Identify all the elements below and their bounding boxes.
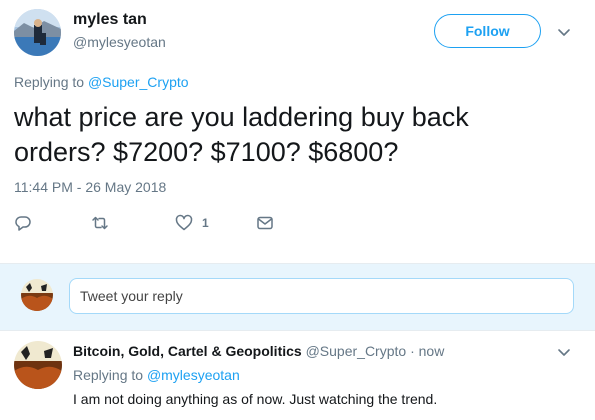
- author-name[interactable]: myles tan: [73, 11, 147, 29]
- current-user-avatar: [21, 279, 53, 311]
- main-tweet: myles tan @mylesyeotan Follow Replying t…: [0, 0, 595, 264]
- tweet-timestamp[interactable]: 11:44 PM - 26 May 2018: [14, 179, 166, 195]
- retweet-icon: [92, 216, 108, 230]
- reply-author-handle[interactable]: @Super_Crypto: [306, 343, 407, 359]
- separator: ·: [406, 343, 419, 359]
- reply-icon: [15, 216, 31, 231]
- like-count: 1: [202, 216, 209, 230]
- follow-button[interactable]: Follow: [434, 14, 541, 48]
- reply-author-avatar[interactable]: [14, 341, 62, 389]
- tweet-text-line: what price are you laddering buy back: [14, 102, 469, 132]
- heart-icon: [175, 214, 193, 231]
- replying-prefix: Replying to: [14, 74, 88, 90]
- direct-message-icon: [257, 216, 273, 230]
- tweet-text: what price are you laddering buy back or…: [14, 100, 574, 170]
- chevron-down-icon[interactable]: [556, 24, 572, 40]
- direct-message-button[interactable]: [256, 213, 274, 233]
- reply-input[interactable]: [69, 278, 574, 314]
- replying-to: Replying to @Super_Crypto: [14, 74, 189, 90]
- reply-button[interactable]: [14, 213, 32, 233]
- reply-tweet: Bitcoin, Gold, Cartel & Geopolitics @Sup…: [0, 331, 595, 420]
- reply-time[interactable]: now: [419, 343, 445, 359]
- author-handle[interactable]: @mylesyeotan: [73, 34, 166, 50]
- replying-handle-link[interactable]: @Super_Crypto: [88, 74, 189, 90]
- author-avatar[interactable]: [14, 9, 61, 56]
- reply-text: I am not doing anything as of now. Just …: [73, 391, 438, 407]
- reply-author-name[interactable]: Bitcoin, Gold, Cartel & Geopolitics: [73, 343, 302, 359]
- chevron-down-icon[interactable]: [556, 344, 572, 360]
- retweet-button[interactable]: [91, 213, 109, 233]
- replying-prefix: Replying to: [73, 367, 147, 383]
- tweet-text-line: orders? $7200? $7100? $6800?: [14, 137, 399, 167]
- tweet-actions: 1: [14, 213, 314, 233]
- reply-header: Bitcoin, Gold, Cartel & Geopolitics @Sup…: [73, 343, 444, 359]
- like-button[interactable]: 1: [175, 213, 209, 233]
- reply-replying-to: Replying to @mylesyeotan: [73, 367, 240, 383]
- replying-handle-link[interactable]: @mylesyeotan: [147, 367, 240, 383]
- reply-compose: [0, 264, 595, 330]
